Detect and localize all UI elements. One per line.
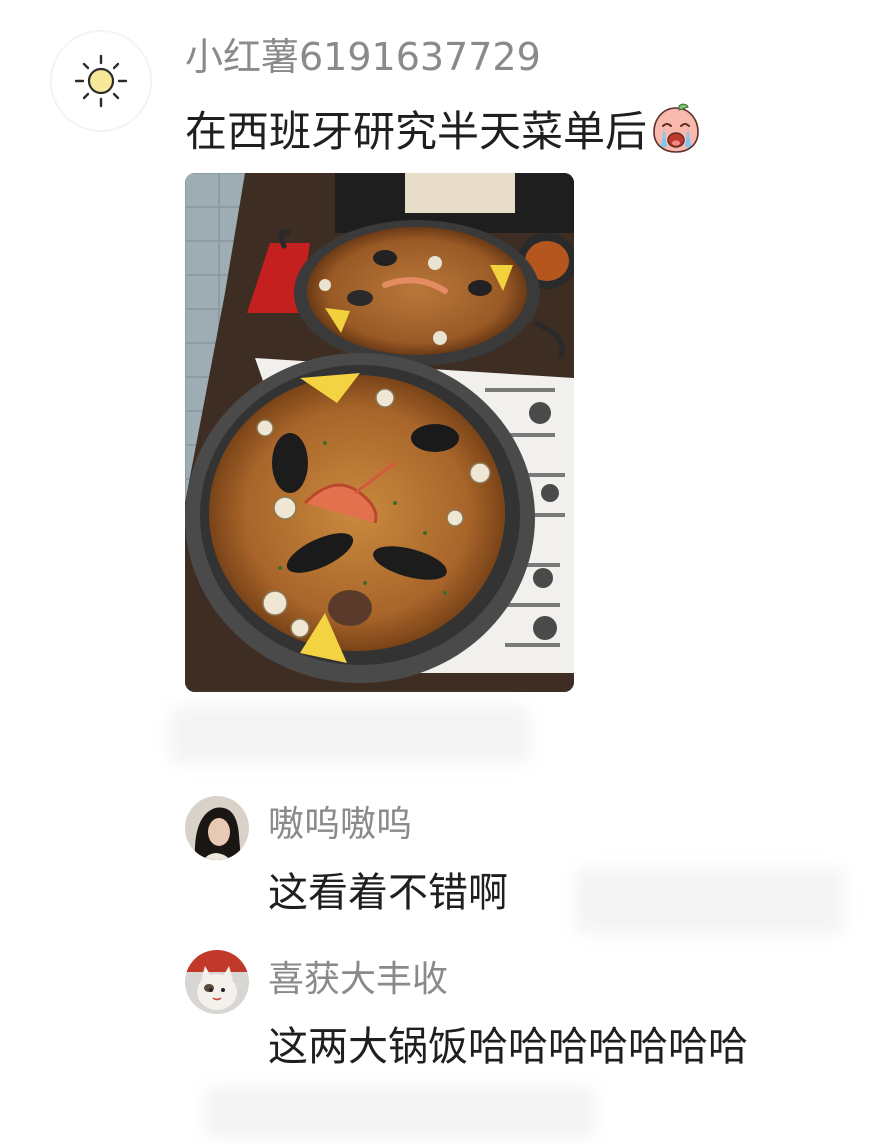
post-text: 在西班牙研究半天菜单后 [185, 98, 703, 159]
paella-photo [185, 173, 574, 692]
comment-username[interactable]: 嗷呜嗷呜 [268, 795, 412, 847]
user-photo-avatar [185, 796, 249, 860]
crying-face-emoji-icon [653, 103, 699, 153]
post-image[interactable] [185, 173, 574, 692]
cat-photo-avatar [185, 950, 249, 1014]
comment-avatar[interactable] [185, 950, 249, 1014]
comment-text: 这两大锅饭哈哈哈哈哈哈哈 [268, 1024, 748, 1070]
post-text-content: 在西班牙研究半天菜单后 [185, 107, 648, 156]
comment-text: 这看着不错啊 [268, 870, 508, 916]
sun-icon [74, 54, 128, 108]
post-avatar[interactable] [50, 30, 152, 132]
blurred-region [575, 868, 845, 934]
blurred-region [170, 706, 530, 764]
blurred-region [205, 1086, 595, 1138]
comment-avatar[interactable] [185, 796, 249, 860]
post-username[interactable]: 小红薯6191637729 [185, 26, 541, 81]
comment-username[interactable]: 喜获大丰收 [268, 950, 448, 1002]
